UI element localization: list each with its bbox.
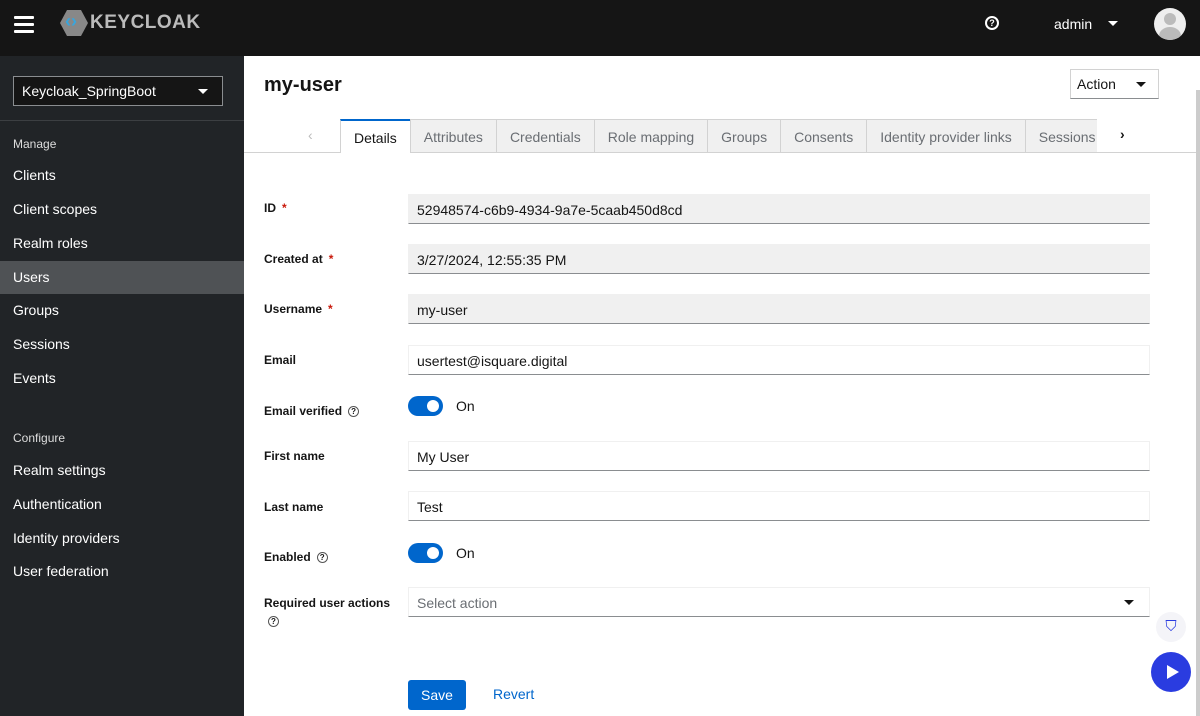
user-menu[interactable]: admin — [1054, 16, 1092, 32]
brand-text: KEYCLOAK — [90, 12, 201, 33]
created-at-label: Created at * — [264, 252, 334, 266]
chevron-down-icon — [198, 89, 208, 94]
main-content: my-user Action ‹ Details Attributes Cred… — [244, 56, 1200, 716]
id-label: ID * — [264, 201, 287, 215]
realm-selector[interactable]: Keycloak_SpringBoot — [13, 76, 223, 106]
last-name-field[interactable]: Test — [408, 491, 1150, 521]
tab-details[interactable]: Details — [340, 119, 410, 153]
tab-scroll-left-icon[interactable]: ‹ — [308, 127, 313, 143]
revert-button[interactable]: Revert — [493, 686, 534, 702]
sidebar-item-realm-settings[interactable]: Realm settings — [0, 454, 244, 487]
avatar[interactable] — [1154, 8, 1186, 40]
tab-consents[interactable]: Consents — [780, 119, 867, 153]
masthead: KEYCLOAK ? admin — [0, 0, 1200, 56]
play-icon[interactable] — [1151, 652, 1191, 692]
tab-groups[interactable]: Groups — [707, 119, 781, 153]
sidebar-item-events[interactable]: Events — [0, 362, 244, 395]
sidebar-item-sessions[interactable]: Sessions — [0, 328, 244, 361]
sidebar-item-identity-providers[interactable]: Identity providers — [0, 522, 244, 555]
created-at-field: 3/27/2024, 12:55:35 PM — [408, 244, 1150, 274]
page-title: my-user — [264, 74, 342, 96]
sidebar-item-groups[interactable]: Groups — [0, 294, 244, 327]
help-icon[interactable]: ? — [985, 16, 999, 30]
username-field: my-user — [408, 294, 1150, 324]
section-configure: Configure — [13, 431, 66, 445]
tab-scroll-right-icon[interactable]: › — [1120, 126, 1125, 142]
tab-role-mapping[interactable]: Role mapping — [593, 119, 708, 153]
tabs: Details Attributes Credentials Role mapp… — [340, 119, 1097, 154]
enabled-label: Enabled? — [264, 550, 328, 564]
realm-name: Keycloak_SpringBoot — [22, 83, 156, 99]
enabled-state: On — [456, 545, 475, 561]
id-field: 52948574-c6b9-4934-9a7e-5caab450d8cd — [408, 194, 1150, 224]
email-field[interactable]: usertest@isquare.digital — [408, 345, 1150, 375]
chevron-down-icon — [1136, 82, 1146, 87]
hamburger-menu-icon[interactable] — [14, 16, 34, 37]
help-icon[interactable]: ? — [268, 616, 279, 627]
sidebar-item-realm-roles[interactable]: Realm roles — [0, 227, 244, 260]
sidebar: Keycloak_SpringBoot Manage Clients Clien… — [0, 56, 244, 716]
sidebar-item-authentication[interactable]: Authentication — [0, 488, 244, 521]
tab-credentials[interactable]: Credentials — [495, 119, 594, 153]
tab-attributes[interactable]: Attributes — [409, 119, 496, 153]
sidebar-item-clients[interactable]: Clients — [0, 159, 244, 192]
help-icon[interactable]: ? — [316, 552, 328, 564]
enabled-toggle[interactable] — [408, 543, 443, 563]
email-verified-toggle[interactable] — [408, 396, 443, 416]
sidebar-item-users[interactable]: Users — [0, 261, 244, 294]
action-dropdown[interactable]: Action — [1070, 69, 1159, 99]
first-name-label: First name — [264, 449, 325, 463]
email-verified-label: Email verified? — [264, 404, 360, 418]
section-manage: Manage — [13, 137, 57, 151]
tab-identity-provider-links[interactable]: Identity provider links — [866, 119, 1025, 153]
bookmark-icon[interactable]: ⛉ — [1156, 612, 1186, 642]
scrollbar[interactable] — [1196, 90, 1200, 716]
chevron-down-icon[interactable] — [1108, 21, 1118, 26]
keycloak-logo[interactable]: KEYCLOAK — [60, 10, 201, 36]
tab-sessions[interactable]: Sessions — [1024, 119, 1097, 153]
required-actions-select[interactable]: Select action — [408, 587, 1150, 617]
sidebar-item-user-federation[interactable]: User federation — [0, 555, 244, 588]
email-verified-state: On — [456, 398, 475, 414]
first-name-field[interactable]: My User — [408, 441, 1150, 471]
select-placeholder: Select action — [417, 595, 498, 611]
divider — [0, 120, 244, 121]
help-icon[interactable]: ? — [348, 406, 360, 418]
action-label: Action — [1077, 76, 1116, 92]
save-button[interactable]: Save — [408, 680, 466, 710]
required-actions-label: Required user actions? — [264, 596, 391, 627]
last-name-label: Last name — [264, 500, 324, 514]
keycloak-hex-icon — [60, 10, 88, 36]
sidebar-item-client-scopes[interactable]: Client scopes — [0, 193, 244, 226]
chevron-down-icon — [1124, 600, 1134, 605]
username-label: Username * — [264, 302, 333, 316]
email-label: Email — [264, 353, 297, 367]
